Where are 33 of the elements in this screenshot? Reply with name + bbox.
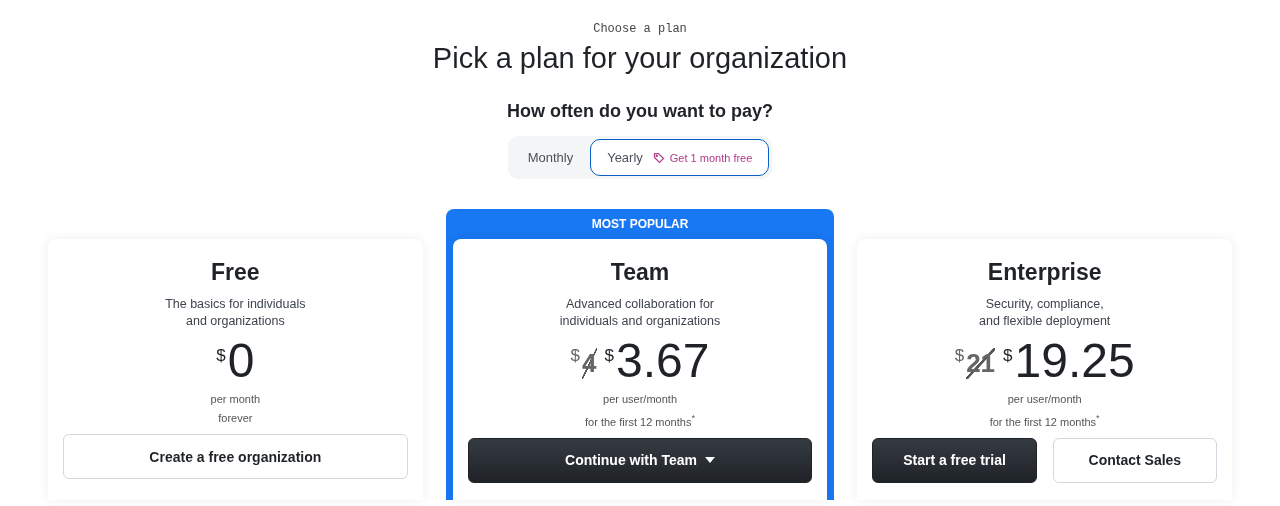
plan-name: Team <box>610 259 670 286</box>
plan-description: The basics for individuals and organizations <box>165 296 306 330</box>
currency-symbol: $ <box>604 346 614 366</box>
discount-text: Get 1 month free <box>669 151 753 164</box>
plan-description: Security, compliance, and flexible deployment <box>979 296 1111 330</box>
price: 0 <box>227 334 255 388</box>
currency-symbol: $ <box>1003 346 1013 366</box>
price-note: for the first 12 months$^{*}$ <box>989 412 1100 430</box>
price-note: forever <box>218 411 253 426</box>
plan-button[interactable]: Start a free trial <box>872 437 1037 483</box>
plan-name: Free <box>211 259 260 286</box>
plan-name: Enterprise <box>987 259 1102 286</box>
currency-symbol: $ <box>570 346 581 366</box>
billing-question: How often do you want to pay? <box>507 101 773 122</box>
tag-icon <box>652 151 665 164</box>
caret-icon <box>705 457 715 464</box>
currency-symbol: $ <box>216 346 226 366</box>
plan-description: Advanced collaboration for individuals and organizations <box>559 296 721 330</box>
billing-option[interactable]: Yearly Get 1 month free <box>590 139 770 176</box>
price: 3.67 <box>616 334 710 388</box>
price-note: for the first 12 months$^{*}$ <box>585 412 695 430</box>
plan-button[interactable]: Create a free organization <box>63 434 408 479</box>
price-note: per user/month <box>1007 392 1082 407</box>
price-note: per user/month <box>603 392 677 407</box>
plan-button[interactable]: Continue with Team <box>467 437 813 483</box>
eyebrow: Choose a plan <box>593 22 687 36</box>
price-note: per month <box>210 392 261 407</box>
page-title: Pick a plan for your organization <box>432 42 848 75</box>
popular-label: MOST POPULAR <box>590 216 690 233</box>
currency-symbol: $ <box>954 346 965 366</box>
price: 19.25 <box>1014 334 1135 388</box>
billing-option[interactable]: Monthly <box>510 139 591 176</box>
plan-button[interactable]: Contact Sales <box>1052 437 1218 483</box>
